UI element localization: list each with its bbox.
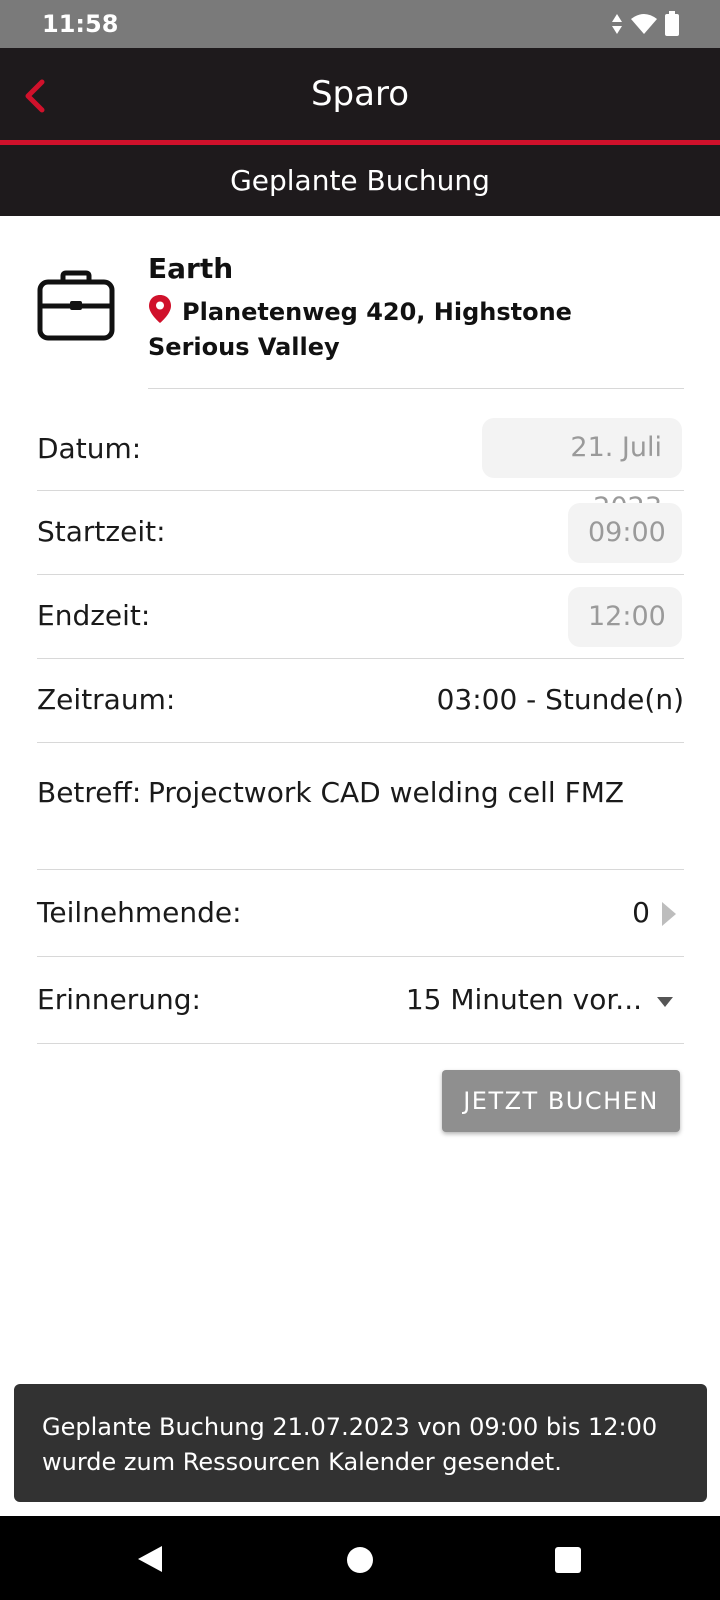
location-name: Earth: [148, 252, 234, 285]
briefcase-icon: [37, 270, 115, 341]
reminder-select[interactable]: 15 Minuten vor...: [406, 983, 642, 1016]
status-bar: 11:58: [0, 0, 720, 48]
location-pin-icon: [149, 295, 171, 323]
participants-count[interactable]: 0: [632, 896, 650, 929]
app-bar: Sparo: [0, 48, 720, 140]
divider: [148, 388, 684, 389]
nav-recents-icon[interactable]: [555, 1547, 581, 1573]
subject-field[interactable]: Projectwork CAD welding cell FMZ: [148, 776, 624, 809]
participants-label: Teilnehmende:: [37, 896, 242, 929]
chevron-down-icon[interactable]: [656, 996, 674, 1008]
snackbar-line-1: Geplante Buchung 21.07.2023 von 09:00 bi…: [42, 1413, 658, 1441]
snackbar-line-2: wurde zum Ressourcen Kalender gesendet.: [42, 1448, 562, 1476]
divider: [37, 658, 684, 659]
chevron-right-icon[interactable]: [660, 900, 678, 928]
sub-header: Geplante Buchung: [0, 145, 720, 216]
book-now-button[interactable]: JETZT BUCHEN: [442, 1070, 680, 1132]
status-time: 11:58: [42, 10, 119, 38]
reminder-label: Erinnerung:: [37, 983, 201, 1016]
battery-icon: [665, 11, 679, 36]
end-time-field[interactable]: 12:00: [568, 587, 682, 647]
end-time-label: Endzeit:: [37, 599, 151, 632]
duration-label: Zeitraum:: [37, 683, 176, 716]
start-time-field[interactable]: 09:00: [568, 503, 682, 563]
snackbar: Geplante Buchung 21.07.2023 von 09:00 bi…: [14, 1384, 707, 1502]
divider: [37, 956, 684, 957]
wifi-icon: [631, 14, 657, 34]
divider: [37, 742, 684, 743]
divider: [37, 869, 684, 870]
nav-back-icon[interactable]: [136, 1544, 164, 1574]
start-time-label: Startzeit:: [37, 515, 166, 548]
system-nav-bar: [0, 1516, 720, 1600]
date-label: Datum:: [37, 432, 142, 465]
duration-value: 03:00 - Stunde(n): [436, 683, 684, 716]
subject-label: Betreff:: [37, 776, 142, 809]
divider: [37, 1043, 684, 1044]
app-title: Sparo: [310, 74, 410, 114]
divider: [37, 490, 684, 491]
data-arrows-icon: [612, 14, 622, 34]
address-text: Planetenweg 420, Highstone Serious Valle…: [148, 298, 572, 361]
divider: [37, 574, 684, 575]
date-field[interactable]: 21. Juli 2023: [482, 418, 682, 523]
status-icons: [610, 10, 680, 38]
nav-home-icon[interactable]: [347, 1547, 373, 1573]
location-address: Planetenweg 420, Highstone Serious Valle…: [148, 294, 668, 365]
